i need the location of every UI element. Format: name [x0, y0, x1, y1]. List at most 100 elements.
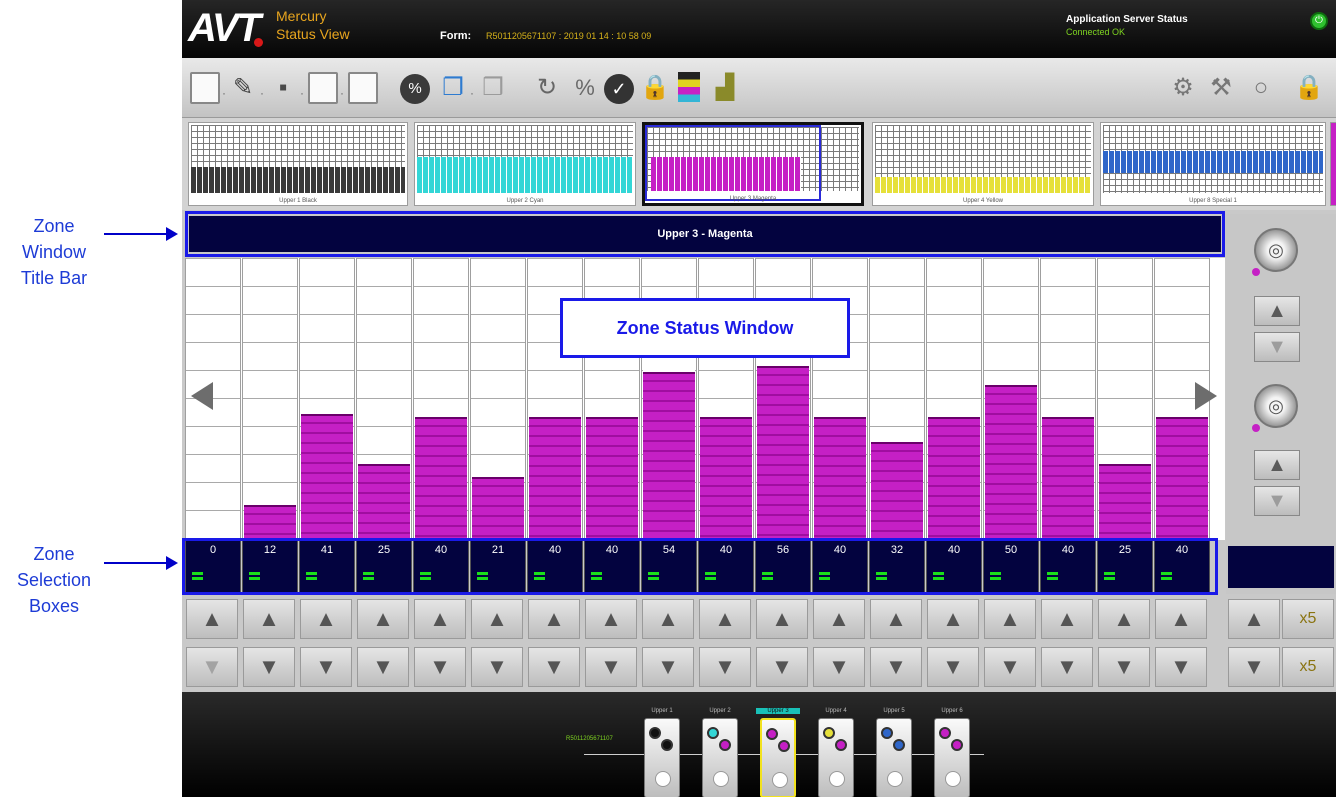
- ink-icon[interactable]: ○: [1246, 72, 1276, 104]
- ink-unit-2[interactable]: Upper 2: [698, 708, 742, 797]
- zone-bar: [415, 414, 467, 540]
- ink-key-knob-top[interactable]: ◎: [1254, 228, 1298, 272]
- unit-ink-dot: [707, 727, 719, 739]
- zone-down-button[interactable]: ▼: [300, 647, 352, 687]
- zone-up-button[interactable]: ▲: [528, 599, 580, 639]
- zone-up-button[interactable]: ▲: [414, 599, 466, 639]
- zone-down-button[interactable]: ▼: [1155, 647, 1207, 687]
- zone-down-button[interactable]: ▼: [528, 647, 580, 687]
- zone-up-button[interactable]: ▲: [984, 599, 1036, 639]
- zone-down-button[interactable]: ▼: [585, 647, 637, 687]
- zone-down-button[interactable]: ▼: [1041, 647, 1093, 687]
- thumbnail-fill: [1103, 151, 1323, 173]
- zone-up-button[interactable]: ▲: [813, 599, 865, 639]
- zone-down-button[interactable]: ▼: [984, 647, 1036, 687]
- new-document-icon[interactable]: [190, 72, 220, 104]
- zone-bar: [1156, 414, 1208, 540]
- ink-unit-1[interactable]: Upper 1: [640, 708, 684, 797]
- zone-down-button[interactable]: ▼: [243, 647, 295, 687]
- copy-icon[interactable]: ❐: [438, 72, 468, 104]
- zone-up-button[interactable]: ▲: [756, 599, 808, 639]
- zone-down-button[interactable]: ▼: [699, 647, 751, 687]
- zone-up-button[interactable]: ▲: [471, 599, 523, 639]
- edit-icon[interactable]: ✎: [228, 72, 258, 104]
- zone-down-button[interactable]: ▼: [813, 647, 865, 687]
- zone-column: [869, 258, 925, 540]
- thumbnail-partial[interactable]: [1330, 122, 1336, 206]
- zone-up-button[interactable]: ▲: [870, 599, 922, 639]
- annotation-selection-line-1: Zone: [33, 544, 75, 564]
- zone-up-button[interactable]: ▲: [1041, 599, 1093, 639]
- toolbar-dot: ·: [222, 86, 226, 100]
- chart-icon[interactable]: ▟: [710, 72, 740, 104]
- all-down-button[interactable]: ▼: [1228, 647, 1280, 687]
- tool-icon[interactable]: ⚒: [1206, 72, 1236, 104]
- zone-up-arrow-row: ▲ ▲ ▲ ▲ ▲ ▲ ▲ ▲ ▲ ▲ ▲ ▲ ▲ ▲ ▲ ▲ ▲ ▲ ▲ x5: [182, 596, 1336, 642]
- zone-down-button[interactable]: ▼: [870, 647, 922, 687]
- zone-down-button[interactable]: ▼: [927, 647, 979, 687]
- knob-bottom-down-button[interactable]: ▼: [1254, 486, 1300, 516]
- unit-ink-dot: [661, 739, 673, 751]
- all-up-x5-button[interactable]: x5: [1282, 599, 1334, 639]
- zone-down-button[interactable]: ▼: [471, 647, 523, 687]
- refresh-icon[interactable]: ↻: [532, 72, 562, 104]
- ink-key-knob-bottom[interactable]: ◎: [1254, 384, 1298, 428]
- zone-up-button[interactable]: ▲: [243, 599, 295, 639]
- zone-column: [926, 258, 982, 540]
- zone-down-button[interactable]: ▼: [1098, 647, 1150, 687]
- zone-bar: [700, 414, 752, 540]
- avt-logo: AVT: [188, 6, 261, 50]
- ink-unit-4[interactable]: Upper 4: [814, 708, 858, 797]
- zone-up-button[interactable]: ▲: [186, 599, 238, 639]
- knob-top-up-button[interactable]: ▲: [1254, 296, 1300, 326]
- zone-down-arrow-row: ▼ ▼ ▼ ▼ ▼ ▼ ▼ ▼ ▼ ▼ ▼ ▼ ▼ ▼ ▼ ▼ ▼ ▼ ▼ x5: [182, 644, 1336, 690]
- thumbnail-selection-box: [645, 125, 821, 201]
- thumbnail-yellow[interactable]: Upper 4 Yellow: [872, 122, 1094, 206]
- power-icon[interactable]: ⏻: [1310, 12, 1328, 30]
- percent-icon[interactable]: %: [400, 74, 430, 104]
- all-down-x5-button[interactable]: x5: [1282, 647, 1334, 687]
- paste-icon[interactable]: ❒: [478, 72, 508, 104]
- scroll-right-icon[interactable]: [1195, 382, 1217, 410]
- form-icon[interactable]: [348, 72, 378, 104]
- zone-column: [1097, 258, 1153, 540]
- zone-up-button[interactable]: ▲: [1155, 599, 1207, 639]
- thumbnail-fill: [875, 177, 1091, 193]
- thumbnail-magenta[interactable]: Upper 3 Magenta: [642, 122, 864, 206]
- save-icon[interactable]: ▪: [268, 72, 298, 104]
- zone-up-button[interactable]: ▲: [300, 599, 352, 639]
- annotation-selection-boxes: Zone Selection Boxes: [0, 541, 108, 619]
- zone-down-button[interactable]: ▼: [756, 647, 808, 687]
- scroll-left-icon[interactable]: [191, 382, 213, 410]
- zone-down-button[interactable]: ▼: [414, 647, 466, 687]
- zone-up-button[interactable]: ▲: [585, 599, 637, 639]
- zone-up-button[interactable]: ▲: [699, 599, 751, 639]
- zone-down-button[interactable]: ▼: [186, 647, 238, 687]
- zone-down-button[interactable]: ▼: [642, 647, 694, 687]
- ink-unit-5[interactable]: Upper 5: [872, 708, 916, 797]
- all-up-button[interactable]: ▲: [1228, 599, 1280, 639]
- zone-up-button[interactable]: ▲: [927, 599, 979, 639]
- zone-up-button[interactable]: ▲: [642, 599, 694, 639]
- color-bars-icon[interactable]: [678, 72, 700, 102]
- zone-selection-highlight: [182, 538, 1218, 595]
- knob-bottom-up-button[interactable]: ▲: [1254, 450, 1300, 480]
- check-icon[interactable]: ✓: [604, 74, 634, 104]
- lock-right-icon[interactable]: 🔒: [1294, 72, 1324, 104]
- ink-unit-6[interactable]: Upper 6: [930, 708, 974, 797]
- ink-unit-3[interactable]: Upper 3: [756, 708, 800, 797]
- lock-icon[interactable]: 🔒: [640, 72, 670, 104]
- zone-down-button[interactable]: ▼: [357, 647, 409, 687]
- zone-up-button[interactable]: ▲: [357, 599, 409, 639]
- percent-scale-icon[interactable]: %: [570, 72, 600, 104]
- thumbnail-special[interactable]: Upper 8 Special 1: [1100, 122, 1326, 206]
- press-icon[interactable]: ⚙: [1168, 72, 1198, 104]
- export-icon[interactable]: [308, 72, 338, 104]
- thumbnail-cyan[interactable]: Upper 2 Cyan: [414, 122, 636, 206]
- zone-up-button[interactable]: ▲: [1098, 599, 1150, 639]
- knob-top-down-button[interactable]: ▼: [1254, 332, 1300, 362]
- thumbnail-black[interactable]: Upper 1 Black: [188, 122, 408, 206]
- zone-bar: [814, 414, 866, 540]
- annotation-selection-arrow: [104, 556, 178, 570]
- page: Zone Window Title Bar Zone Selection Box…: [0, 0, 1336, 797]
